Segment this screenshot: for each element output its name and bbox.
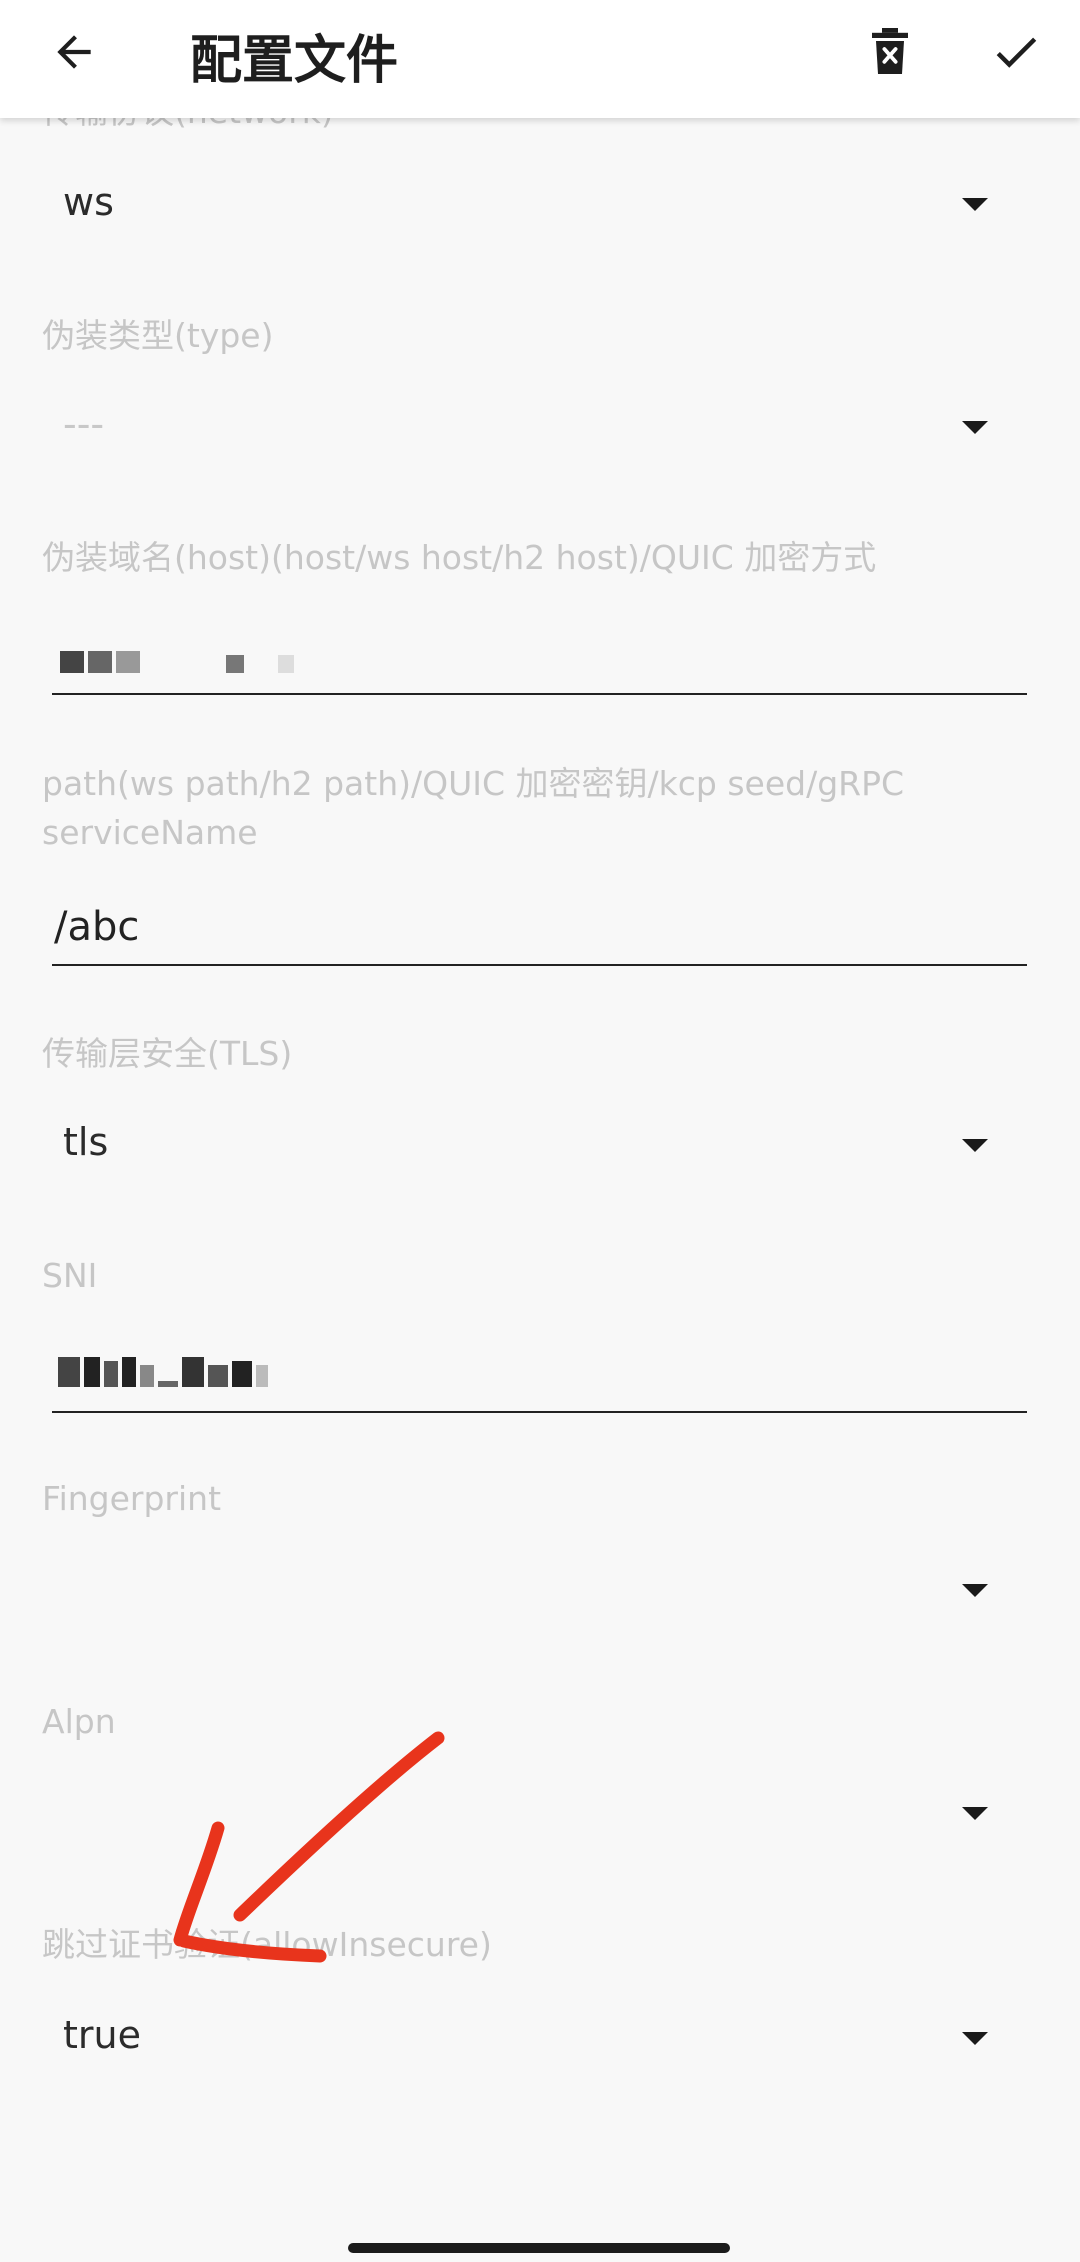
- path-label-line1: path(ws path/h2 path)/QUIC 加密密钥/kcp seed…: [42, 764, 905, 803]
- host-redacted-value: [60, 651, 294, 673]
- sni-redacted-value: [58, 1357, 268, 1387]
- network-dropdown-icon[interactable]: [962, 198, 988, 211]
- sni-input[interactable]: [52, 1333, 1027, 1413]
- fingerprint-label: Fingerprint: [42, 1479, 222, 1518]
- profile-form: 传输协议(network) ws 伪装类型(type) --- 伪装域名(hos…: [0, 0, 1080, 2262]
- allow-insecure-dropdown-icon[interactable]: [962, 2032, 988, 2045]
- path-input[interactable]: /abc: [52, 886, 1027, 966]
- check-icon: [996, 37, 1037, 68]
- sni-label: SNI: [42, 1256, 98, 1295]
- host-label: 伪装域名(host)(host/ws host/h2 host)/QUIC 加密…: [42, 538, 877, 577]
- delete-icon: [872, 28, 908, 74]
- fingerprint-dropdown-icon[interactable]: [962, 1584, 988, 1597]
- top-app-bar: 配置文件: [0, 0, 1080, 118]
- path-value: /abc: [54, 904, 140, 950]
- tls-label: 传输层安全(TLS): [42, 1034, 293, 1073]
- type-dropdown-icon[interactable]: [962, 421, 988, 434]
- tls-select[interactable]: tls: [63, 1120, 108, 1164]
- home-indicator[interactable]: [348, 2243, 730, 2253]
- arrow-back-icon: [57, 35, 91, 69]
- back-button[interactable]: [36, 14, 112, 90]
- delete-button[interactable]: [852, 14, 928, 90]
- allow-insecure-label: 跳过证书验证(allowInsecure): [42, 1925, 492, 1964]
- host-input[interactable]: [52, 615, 1027, 695]
- tls-dropdown-icon[interactable]: [962, 1139, 988, 1152]
- network-select[interactable]: ws: [63, 180, 114, 224]
- allow-insecure-select[interactable]: true: [63, 2013, 141, 2057]
- type-select[interactable]: ---: [63, 402, 104, 446]
- alpn-label: Alpn: [42, 1702, 116, 1741]
- type-label: 伪装类型(type): [42, 316, 274, 355]
- alpn-dropdown-icon[interactable]: [962, 1807, 988, 1820]
- confirm-button[interactable]: [978, 14, 1054, 90]
- page-title: 配置文件: [190, 31, 399, 91]
- path-label-line2: serviceName: [42, 813, 258, 852]
